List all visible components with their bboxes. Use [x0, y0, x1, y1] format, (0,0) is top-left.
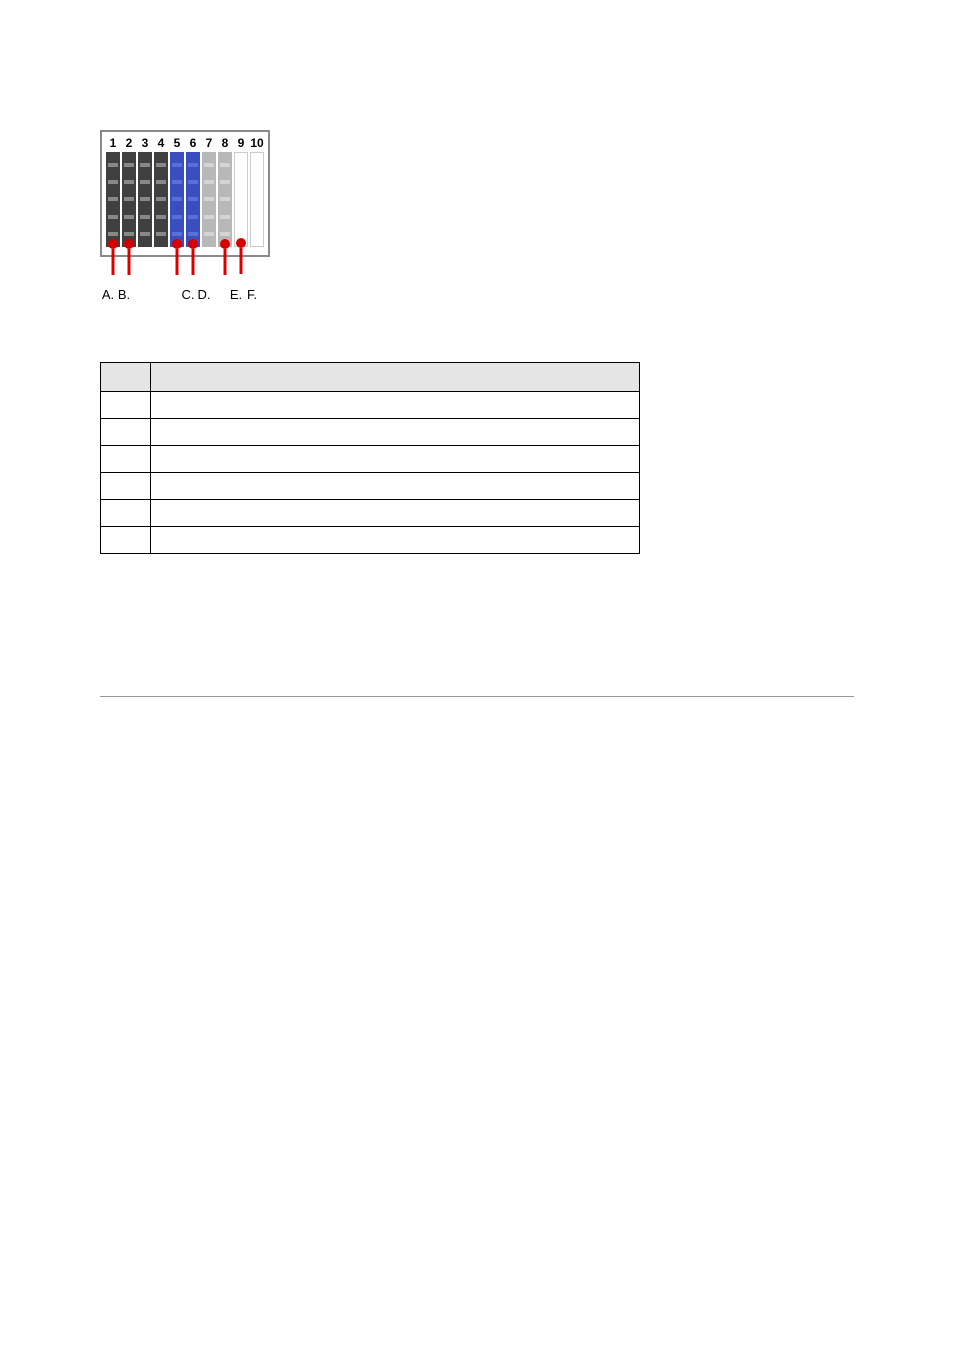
label-a: A.: [100, 287, 116, 302]
slot-num-5: 5: [170, 136, 184, 150]
label-e: E.: [228, 287, 244, 302]
slot-num-2: 2: [122, 136, 136, 150]
slot-number-row: 1 2 3 4 5 6 7 8 9 10: [106, 136, 264, 150]
table-cell: [151, 527, 640, 554]
pin-c-tail: [176, 249, 179, 275]
slot-6: [186, 152, 200, 247]
table-row: [101, 392, 640, 419]
slot-row: [106, 152, 264, 247]
table-cell: [151, 446, 640, 473]
slot-num-4: 4: [154, 136, 168, 150]
memory-slot-diagram: 1 2 3 4 5 6 7 8 9 10: [100, 130, 270, 302]
slot-2: [122, 152, 136, 247]
table-cell: [101, 419, 151, 446]
table-header-desc: [151, 363, 640, 392]
slot-num-6: 6: [186, 136, 200, 150]
slot-9: [234, 152, 248, 247]
table-row: [101, 419, 640, 446]
slot-7: [202, 152, 216, 247]
table-row: [101, 500, 640, 527]
slot-4: [154, 152, 168, 247]
pin-a-icon: [108, 239, 118, 249]
slot-1: [106, 152, 120, 247]
slot-8: [218, 152, 232, 247]
table-cell: [101, 446, 151, 473]
table-cell: [151, 419, 640, 446]
pin-f-icon: [236, 238, 246, 248]
table-cell: [101, 527, 151, 554]
table-row: [101, 473, 640, 500]
slot-5: [170, 152, 184, 247]
slot-num-10: 10: [250, 136, 264, 150]
table-cell: [101, 473, 151, 500]
slot-num-1: 1: [106, 136, 120, 150]
diagram-frame: 1 2 3 4 5 6 7 8 9 10: [100, 130, 270, 257]
table-cell: [101, 500, 151, 527]
table-cell: [101, 392, 151, 419]
slot-num-9: 9: [234, 136, 248, 150]
slot-num-7: 7: [202, 136, 216, 150]
pin-e-tail: [224, 249, 227, 275]
label-c: C.: [180, 287, 196, 302]
table-cell: [151, 392, 640, 419]
table-row: [101, 446, 640, 473]
slot-10: [250, 152, 264, 247]
label-d: D.: [196, 287, 212, 302]
pin-e-icon: [220, 239, 230, 249]
pin-a-tail: [112, 249, 115, 275]
pin-labels-row: A. B. C. D. E. F.: [100, 287, 270, 302]
label-f: F.: [244, 287, 260, 302]
pin-d-tail: [192, 249, 195, 275]
table-header-key: [101, 363, 151, 392]
table-cell: [151, 500, 640, 527]
table-header-row: [101, 363, 640, 392]
label-b: B.: [116, 287, 132, 302]
footer-divider: [100, 696, 854, 697]
slot-num-8: 8: [218, 136, 232, 150]
table-row: [101, 527, 640, 554]
pin-c-icon: [172, 239, 182, 249]
pin-b-tail: [128, 249, 131, 275]
slot-num-3: 3: [138, 136, 152, 150]
pin-f-tail: [240, 248, 243, 274]
pin-b-icon: [124, 239, 134, 249]
pin-d-icon: [188, 239, 198, 249]
definition-table: [100, 362, 640, 554]
table-cell: [151, 473, 640, 500]
slot-3: [138, 152, 152, 247]
